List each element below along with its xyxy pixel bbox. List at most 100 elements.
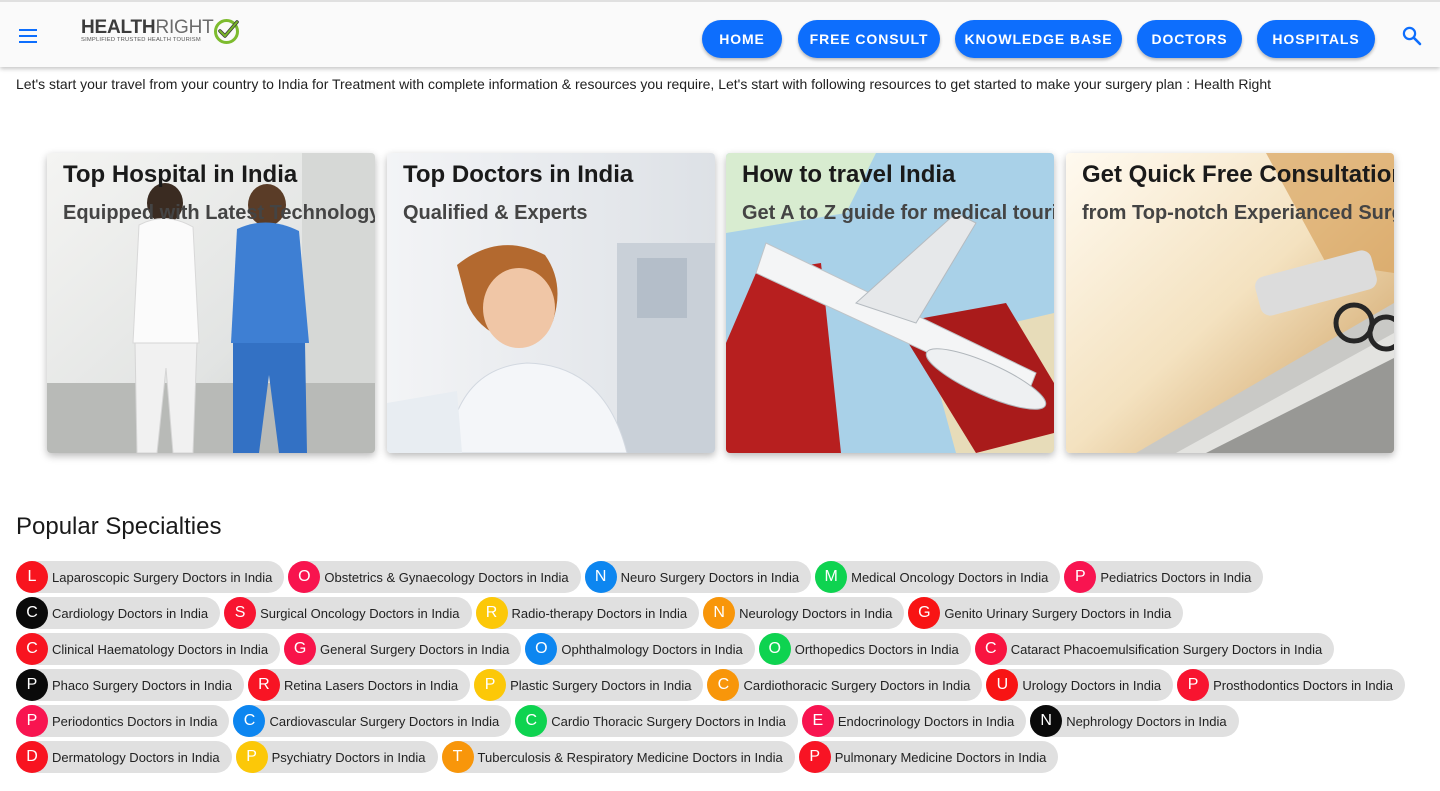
specialty-chip[interactable]: P Periodontics Doctors in India [16,705,230,737]
specialty-chip[interactable]: S Surgical Oncology Doctors in India [224,597,472,629]
chip-label: Neuro Surgery Doctors in India [620,569,800,585]
chip-avatar: C [974,633,1007,665]
chip-avatar: P [1177,669,1210,701]
chip-label: Endocrinology Doctors in India [837,713,1015,729]
specialty-chip[interactable]: N Neuro Surgery Doctors in India [584,561,812,593]
chip-label: Surgical Oncology Doctors in India [260,605,460,621]
chip-avatar: N [703,597,736,629]
nav-knowledge-base-button[interactable]: KNOWLEDGE BASE [955,20,1122,58]
chip-avatar: C [707,669,740,701]
specialty-chip[interactable]: C Cardiology Doctors in India [16,597,221,629]
card-travel-india[interactable]: How to travel India Get A to Z guide for… [726,153,1054,453]
specialty-chip[interactable]: N Neurology Doctors in India [703,597,905,629]
chip-label: Phaco Surgery Doctors in India [52,677,232,693]
chip-label: Clinical Haematology Doctors in India [52,641,269,657]
smiling-patient-image [387,153,715,453]
specialty-chip[interactable]: P Phaco Surgery Doctors in India [16,669,244,701]
chip-avatar: O [758,633,791,665]
specialty-chip[interactable]: O Obstetrics & Gynaecology Doctors in Ind… [288,561,581,593]
chip-avatar: C [16,633,48,665]
specialty-chip[interactable]: C Cardio Thoracic Surgery Doctors in Indi… [515,705,798,737]
chip-label: Periodontics Doctors in India [52,713,218,729]
chip-label: Cardiovascular Surgery Doctors in India [269,713,500,729]
chip-label: Retina Lasers Doctors in India [283,677,459,693]
specialty-chip[interactable]: E Endocrinology Doctors in India [801,705,1027,737]
specialty-chip[interactable]: O Orthopedics Doctors in India [758,633,971,665]
nav-free-consult-button[interactable]: FREE CONSULT [798,20,940,58]
chip-label: Cardiothoracic Surgery Doctors in India [743,677,971,693]
specialty-chip[interactable]: R Radio-therapy Doctors in India [475,597,700,629]
airplane-on-map-image [726,153,1054,453]
chip-label: Urology Doctors in India [1022,677,1162,693]
chip-avatar: N [584,561,617,593]
chip-label: Cardiology Doctors in India [52,605,209,621]
chip-avatar: N [1030,705,1063,737]
chip-avatar: G [284,633,317,665]
nav-doctors-button[interactable]: DOCTORS [1137,20,1242,58]
logo-tagline: Simplified Trusted Health Tourism [81,37,201,43]
popular-specialties-heading: Popular Specialties [16,513,222,540]
top-app-bar: HEALTHRIGHT Simplified Trusted Health To… [0,0,1440,67]
chip-avatar: S [224,597,257,629]
specialty-chip[interactable]: O Ophthalmology Doctors in India [525,633,755,665]
search-icon[interactable] [1398,22,1426,50]
chip-label: General Surgery Doctors in India [320,641,510,657]
chip-avatar: O [288,561,321,593]
card-title: Get Quick Free Consultation [1082,161,1394,188]
chip-label: Tuberculosis & Respiratory Medicine Doct… [477,749,783,765]
chip-label: Orthopedics Doctors in India [794,641,959,657]
chip-avatar: U [986,669,1019,701]
specialty-chip[interactable]: U Urology Doctors in India [986,669,1174,701]
chip-label: Neurology Doctors in India [739,605,893,621]
specialty-chip[interactable]: G Genito Urinary Surgery Doctors in India [908,597,1184,629]
card-top-hospital[interactable]: Top Hospital in India Equipped with Late… [47,153,375,453]
chip-avatar: R [247,669,280,701]
chip-avatar: P [474,669,507,701]
chip-label: Cataract Phacoemulsification Surgery Doc… [1010,641,1323,657]
chip-label: Psychiatry Doctors in India [271,749,426,765]
specialty-chip-row: D Dermatology Doctors in India P Psychiatry… [16,741,1062,773]
specialty-chip[interactable]: C Cardiothoracic Surgery Doctors in India [707,669,983,701]
specialty-chip[interactable]: C Cardiovascular Surgery Doctors in India [233,705,512,737]
chip-avatar: C [233,705,266,737]
card-title: How to travel India [742,161,956,188]
chip-label: Pulmonary Medicine Doctors in India [834,749,1047,765]
specialty-chip-row: C Cardiology Doctors in India S Surgical On… [16,597,1187,629]
specialty-chip[interactable]: C Cataract Phacoemulsification Surgery Do… [974,633,1335,665]
chip-avatar: C [16,597,48,629]
specialty-chip[interactable]: P Psychiatry Doctors in India [235,741,438,773]
hamburger-menu-icon[interactable] [14,22,42,50]
card-top-doctors[interactable]: Top Doctors in India Qualified & Experts [387,153,715,453]
specialty-chip-row: P Periodontics Doctors in India C Cardiovas… [16,705,1243,737]
specialty-chip[interactable]: P Pediatrics Doctors in India [1064,561,1264,593]
card-subtitle: Qualified & Experts [403,202,588,224]
healthright-logo[interactable]: HEALTHRIGHT Simplified Trusted Health To… [80,17,245,49]
nav-hospitals-button[interactable]: HOSPITALS [1257,20,1375,58]
chip-label: Laparoscopic Surgery Doctors in India [52,569,273,585]
card-free-consultation[interactable]: Get Quick Free Consultation from Top-not… [1066,153,1394,453]
chip-avatar: D [16,741,48,773]
specialty-chip[interactable]: P Prosthodontics Doctors in India [1177,669,1406,701]
specialty-chip[interactable]: R Retina Lasers Doctors in India [247,669,471,701]
chip-avatar: L [16,561,48,593]
specialty-chip[interactable]: P Pulmonary Medicine Doctors in India [798,741,1059,773]
nav-home-button[interactable]: HOME [702,20,782,58]
specialty-chip-row: C Clinical Haematology Doctors in India G G… [16,633,1338,665]
specialty-chip-row: L Laparoscopic Surgery Doctors in India O O… [16,561,1267,593]
specialty-chip[interactable]: T Tuberculosis & Respiratory Medicine Doc… [441,741,795,773]
specialty-chip[interactable]: P Plastic Surgery Doctors in India [474,669,704,701]
chip-avatar: P [16,705,48,737]
chip-avatar: P [16,669,48,701]
specialty-chip[interactable]: M Medical Oncology Doctors in India [815,561,1061,593]
specialty-chip[interactable]: N Nephrology Doctors in India [1030,705,1239,737]
card-title: Top Hospital in India [63,161,298,188]
chip-avatar: T [441,741,474,773]
specialty-chip[interactable]: G General Surgery Doctors in India [284,633,522,665]
hospital-nurses-image [47,153,375,453]
chip-label: Cardio Thoracic Surgery Doctors in India [551,713,786,729]
specialty-chip[interactable]: D Dermatology Doctors in India [16,741,232,773]
specialty-chip[interactable]: L Laparoscopic Surgery Doctors in India [16,561,285,593]
specialty-chip-row: P Phaco Surgery Doctors in India R Retina L… [16,669,1409,701]
chip-avatar: P [235,741,268,773]
specialty-chip[interactable]: C Clinical Haematology Doctors in India [16,633,281,665]
